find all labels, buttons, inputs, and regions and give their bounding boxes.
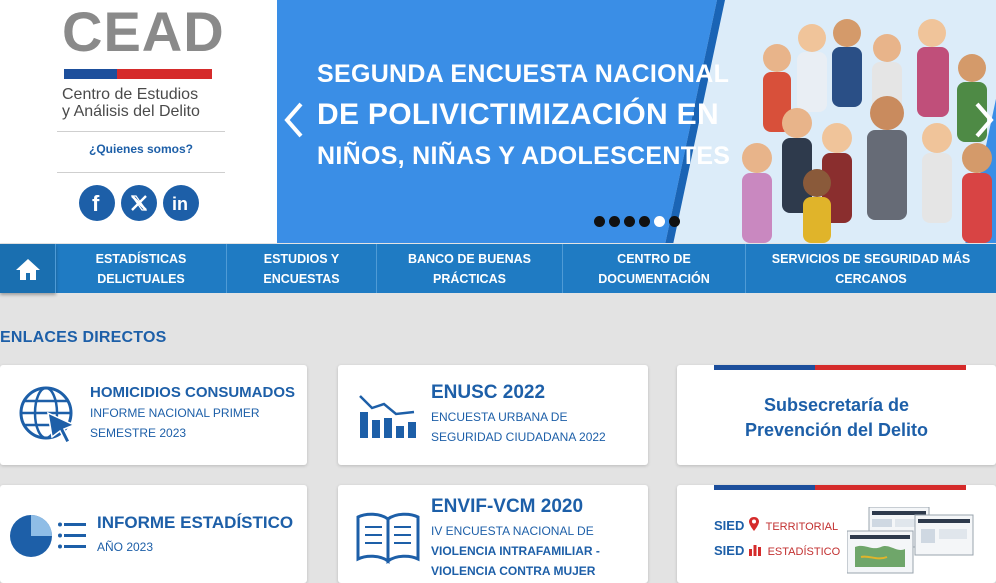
logo-subtitle-line1: Centro de Estudios	[62, 86, 199, 103]
svg-text:f: f	[92, 192, 100, 214]
subsecretaria-line1: Subsecretaría de	[763, 395, 910, 415]
nav-banco-buenas-practicas[interactable]: BANCO DE BUENAS PRÁCTICAS	[377, 244, 563, 293]
card-sub-line: ENCUESTA URBANA DE	[431, 410, 568, 424]
logo-subtitle: Centro de Estudios y Análisis del Delito	[62, 86, 232, 120]
hero-carousel[interactable]: SEGUNDA ENCUESTA NACIONAL DE POLIVICTIMI…	[277, 0, 996, 243]
card-subsecretaria[interactable]: Subsecretaría de Prevención del Delito	[677, 365, 996, 465]
home-icon	[15, 258, 40, 280]
card-sub-line: SEGURIDAD CIUDADANA 2022	[431, 430, 606, 444]
card-sub-line: AÑO 2023	[97, 540, 154, 554]
card-homicidios[interactable]: HOMICIDIOS CONSUMADOS INFORME NACIONAL P…	[0, 365, 307, 465]
nav-label: DELICTUALES	[97, 271, 185, 286]
cead-logo[interactable]: CEAD	[62, 4, 225, 60]
logo-subtitle-line2: y Análisis del Delito	[62, 103, 200, 120]
card-title: ENUSC 2022	[431, 382, 546, 403]
nav-label: ENCUESTAS	[263, 271, 340, 286]
sied-territorial-label: TERRITORIAL	[765, 521, 839, 533]
sied-territorial-link[interactable]: SIED TERRITORIAL	[714, 516, 838, 533]
nav-servicios-seguridad[interactable]: SERVICIOS DE SEGURIDAD MÁS CERCANOS	[746, 244, 996, 293]
carousel-dot[interactable]	[639, 216, 650, 227]
dashboard-screens-illustration	[847, 507, 974, 574]
map-pin-icon	[748, 517, 759, 531]
subsecretaria-line2: Prevención del Delito	[744, 420, 929, 440]
card-enusc[interactable]: ENUSC 2022 ENCUESTA URBANA DE SEGURIDAD …	[338, 365, 648, 465]
card-envif-vcm[interactable]: ENVIF-VCM 2020 IV ENCUESTA NACIONAL DE V…	[338, 485, 648, 583]
linkedin-icon[interactable]: in	[163, 185, 199, 221]
globe-cursor-icon	[19, 386, 76, 445]
home-button[interactable]	[0, 244, 56, 293]
main-nav: ESTADÍSTICAS DELICTUALES ESTUDIOS Y ENCUES…	[0, 244, 996, 293]
nav-label: CERCANOS	[835, 271, 907, 286]
carousel-dot[interactable]	[609, 216, 620, 227]
flag-bar	[714, 365, 966, 370]
x-twitter-icon[interactable]	[121, 185, 157, 221]
card-title: HOMICIDIOS CONSUMADOS	[90, 384, 296, 401]
banner-title-line3: NIÑOS, NIÑAS Y ADOLESCENTES	[317, 142, 731, 170]
card-subtitle: INFORME NACIONAL PRIMER SEMESTRE 2023	[90, 403, 260, 443]
card-informe-estadistico[interactable]: INFORME ESTADÍSTICO AÑO 2023	[0, 485, 307, 583]
carousel-next-icon[interactable]	[971, 100, 996, 147]
nav-label: BANCO DE BUENAS	[408, 251, 531, 266]
banner-title-line1: SEGUNDA ENCUESTA NACIONAL	[317, 60, 730, 88]
card-sub-line: VIOLENCIA CONTRA MUJER	[431, 564, 596, 578]
nav-label: CENTRO DE	[617, 251, 691, 266]
card-sied[interactable]: SIED TERRITORIAL SIED ESTADÍSTICO	[677, 485, 996, 583]
sied-label: SIED	[714, 518, 745, 533]
divider	[57, 131, 225, 132]
subsecretaria-label: Subsecretaría de Prevención del Delito	[677, 393, 996, 443]
carousel-dot[interactable]	[594, 216, 605, 227]
nav-centro-documentacion[interactable]: CENTRO DE DOCUMENTACIÓN	[563, 244, 746, 293]
card-sub-line: VIOLENCIA INTRAFAMILIAR -	[431, 544, 600, 558]
carousel-prev-icon[interactable]	[281, 100, 307, 147]
sied-estadistico-label: ESTADÍSTICO	[767, 546, 841, 558]
card-title: INFORME ESTADÍSTICO	[97, 513, 294, 532]
nav-label: SERVICIOS DE SEGURIDAD MÁS	[771, 251, 971, 266]
flag-bar	[714, 485, 966, 490]
section-title: ENLACES DIRECTOS	[0, 329, 167, 346]
divider	[57, 172, 225, 173]
nav-label: ESTADÍSTICAS	[95, 251, 187, 266]
nav-label: ESTUDIOS Y	[263, 251, 340, 266]
logo-flag-bar	[64, 69, 212, 79]
card-sub-line: IV ENCUESTA NACIONAL DE	[431, 524, 594, 538]
pie-chart-icon	[10, 515, 86, 557]
carousel-dot[interactable]	[654, 216, 665, 227]
carousel-dot[interactable]	[669, 216, 680, 227]
nav-estadisticas-delictuales[interactable]: ESTADÍSTICAS DELICTUALES	[56, 244, 227, 293]
bars-icon	[748, 545, 761, 556]
nav-label: PRÁCTICAS	[433, 271, 506, 286]
sied-estadistico-link[interactable]: SIED ESTADÍSTICO	[714, 542, 840, 558]
carousel-dots	[594, 216, 680, 227]
nav-label: DOCUMENTACIÓN	[598, 271, 710, 286]
nav-estudios-encuestas[interactable]: ESTUDIOS Y ENCUESTAS	[227, 244, 377, 293]
facebook-icon[interactable]: f	[79, 185, 115, 221]
card-sub-line: INFORME NACIONAL PRIMER	[90, 406, 260, 420]
svg-text:in: in	[172, 194, 188, 213]
carousel-dot[interactable]	[624, 216, 635, 227]
children-group-illustration	[742, 19, 992, 243]
card-subtitle: ENCUESTA URBANA DE SEGURIDAD CIUDADANA 2…	[431, 407, 606, 447]
banner-title-line2: DE POLIVICTIMIZACIÓN EN	[317, 98, 719, 131]
open-book-icon	[356, 512, 420, 564]
logo-panel: CEAD Centro de Estudios y Análisis del D…	[0, 0, 277, 243]
social-links: f in	[79, 185, 199, 221]
about-link[interactable]: ¿Quienes somos?	[57, 142, 225, 156]
card-sub-line: SEMESTRE 2023	[90, 426, 187, 440]
card-title: ENVIF-VCM 2020	[431, 496, 584, 517]
card-subtitle: IV ENCUESTA NACIONAL DE VIOLENCIA INTRAF…	[431, 521, 600, 581]
bar-chart-icon	[359, 395, 416, 438]
sied-label: SIED	[714, 543, 745, 558]
